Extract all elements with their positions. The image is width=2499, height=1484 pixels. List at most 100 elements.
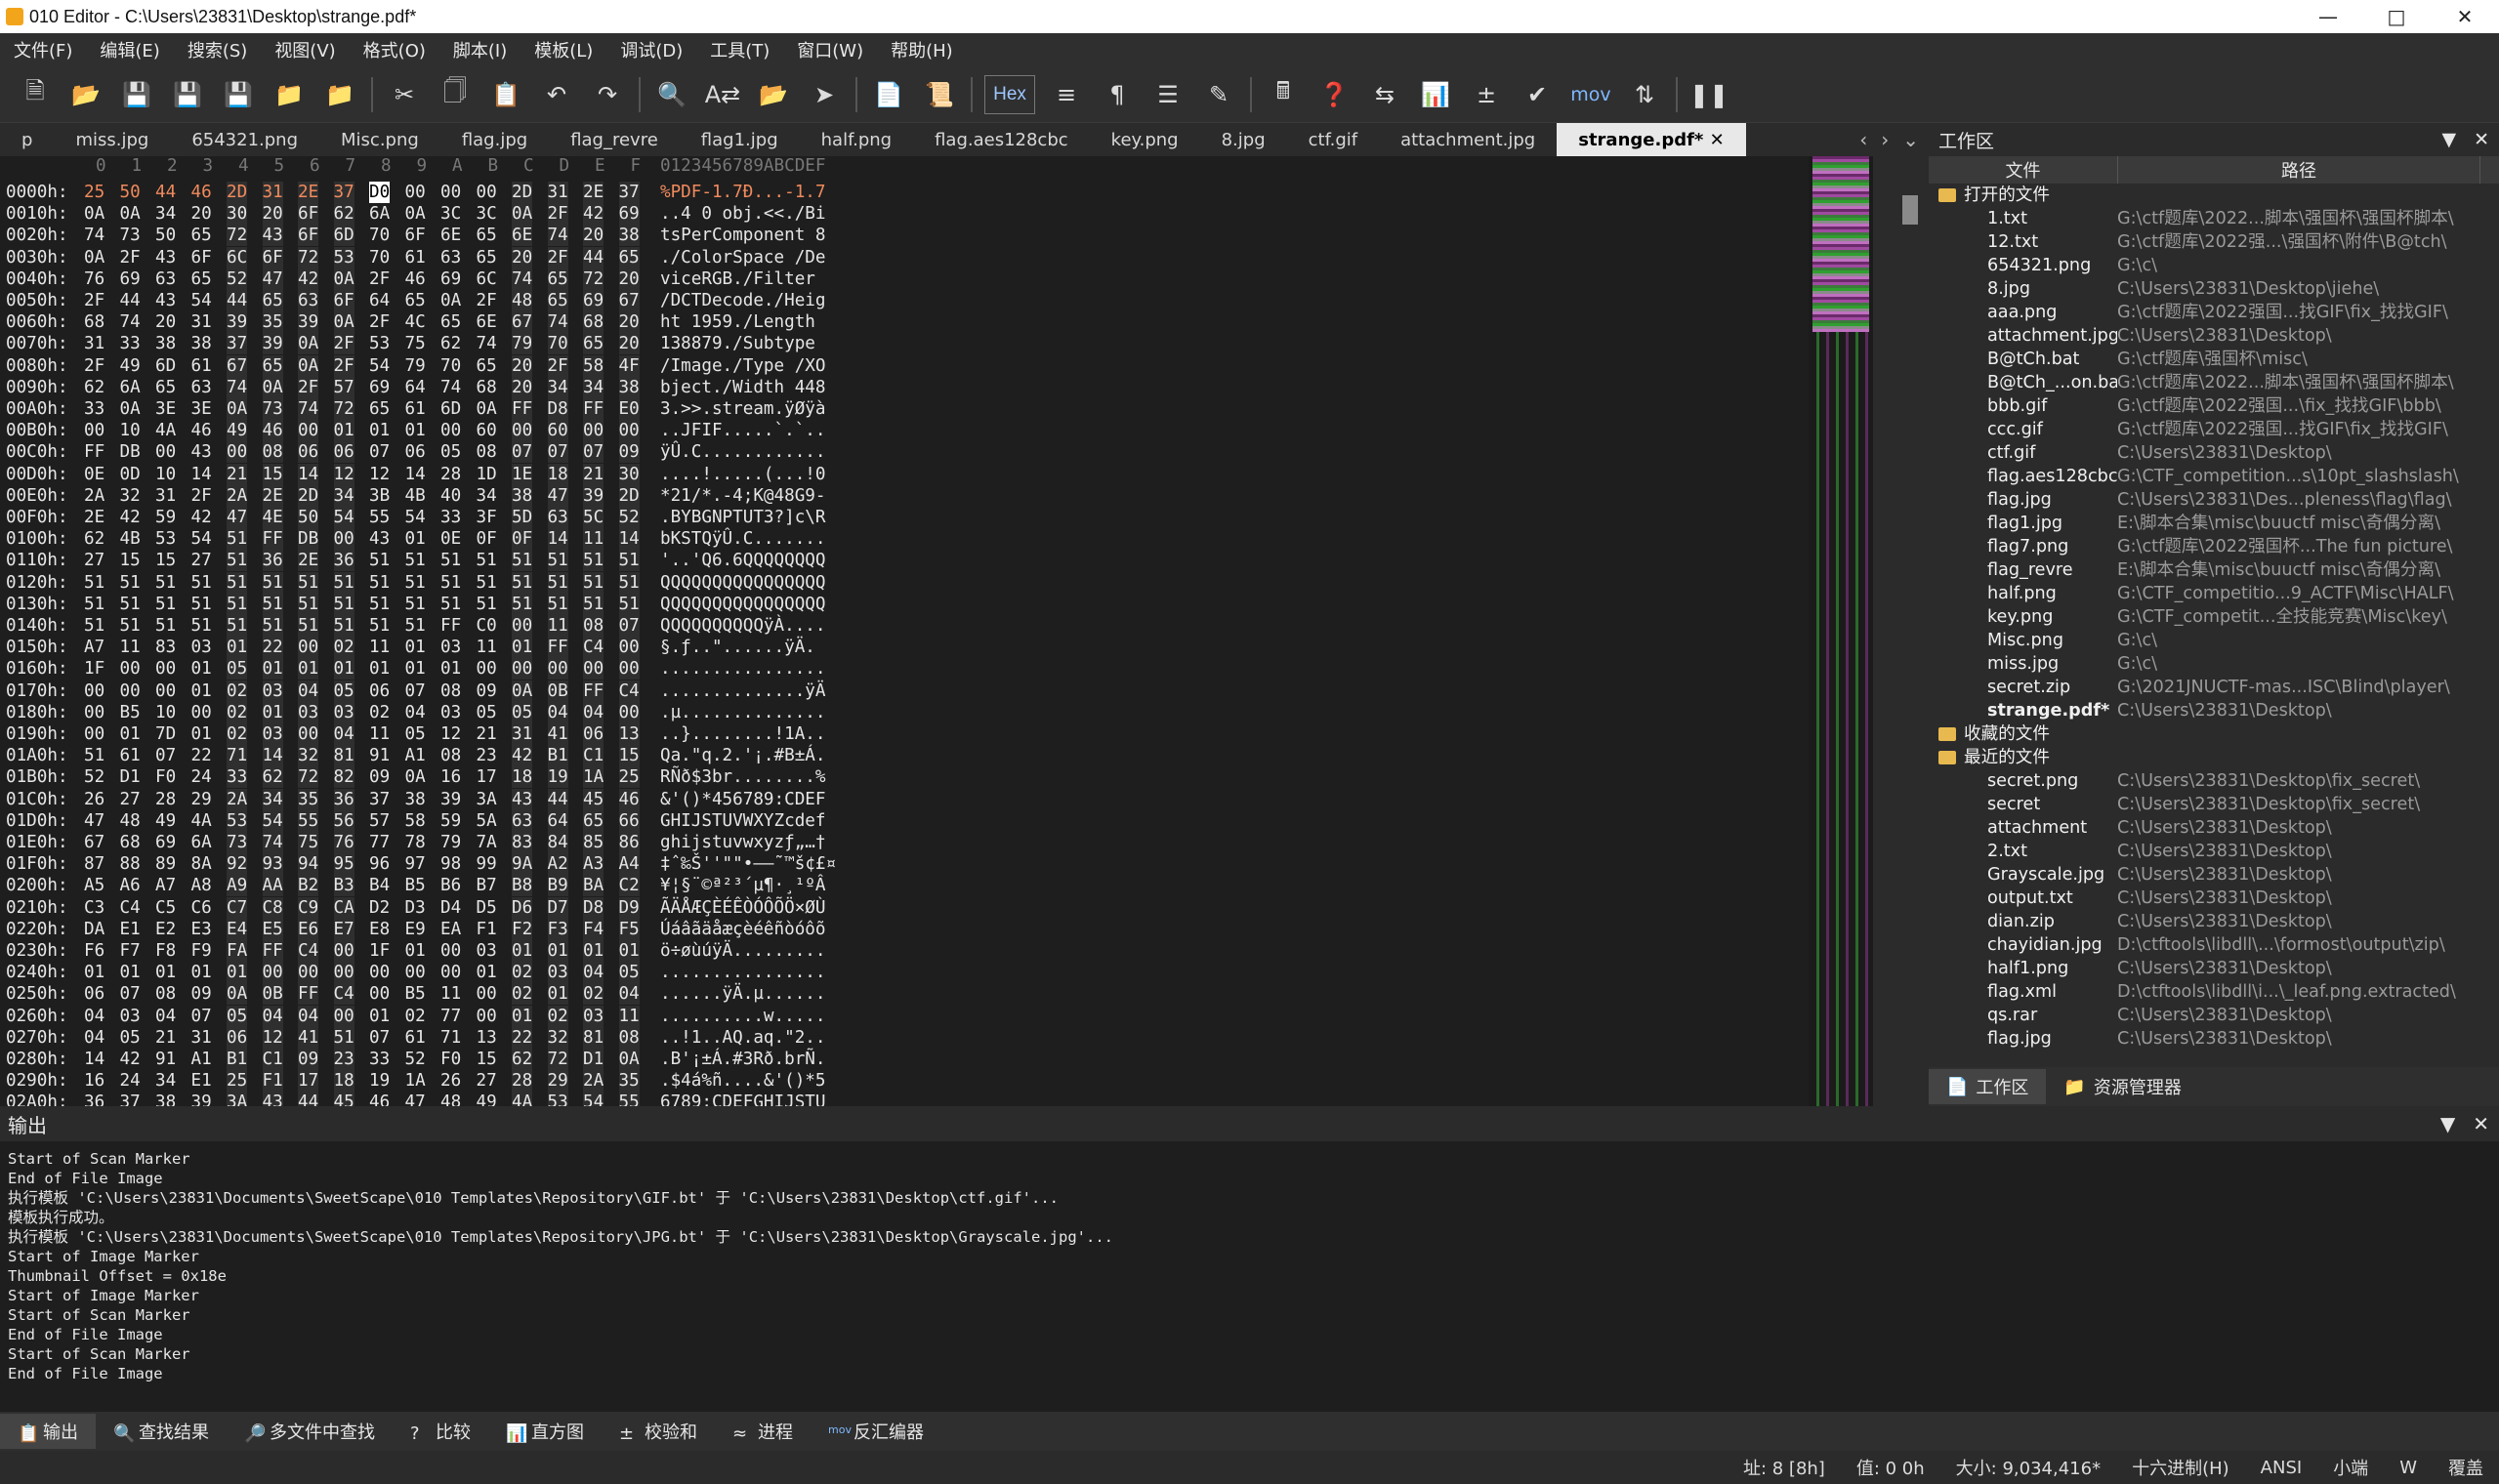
workspace-file-item[interactable]: 2.txt C:\Users\23831\Desktop\ bbox=[1929, 840, 2499, 863]
workspace-file-item[interactable]: flag7.png G:\ctf题库\2022强国杯...The fun pict… bbox=[1929, 535, 2499, 558]
hex-byte[interactable]: 69 bbox=[369, 377, 390, 398]
hex-byte[interactable]: 1F bbox=[84, 658, 104, 680]
workspace-file-item[interactable]: strange.pdf* C:\Users\23831\Desktop\ bbox=[1929, 699, 2499, 722]
workspace-file-item[interactable]: flag.xml D:\ctftools\libdll\i...\_leaf.pn… bbox=[1929, 980, 2499, 1004]
hex-byte[interactable]: 01 bbox=[120, 723, 141, 745]
hex-byte[interactable]: E4 bbox=[227, 918, 248, 940]
ascii-text[interactable]: 138879./Subtype bbox=[660, 333, 825, 354]
hex-byte[interactable]: F9 bbox=[191, 940, 212, 962]
hex-byte[interactable]: 84 bbox=[547, 832, 568, 853]
hex-byte[interactable]: 54 bbox=[333, 507, 354, 528]
hex-byte[interactable]: E1 bbox=[191, 1070, 212, 1092]
hex-byte[interactable]: 03 bbox=[583, 1005, 604, 1027]
hex-byte[interactable]: 3F bbox=[477, 507, 497, 528]
hex-byte[interactable]: 00 bbox=[369, 962, 390, 983]
hex-byte[interactable]: 00 bbox=[512, 615, 533, 637]
hex-byte[interactable]: 51 bbox=[120, 572, 141, 594]
hex-byte[interactable]: 5D bbox=[512, 507, 533, 528]
hex-byte[interactable]: 08 bbox=[618, 1026, 640, 1049]
hex-byte[interactable]: E7 bbox=[333, 918, 354, 940]
hex-byte[interactable]: 14 bbox=[262, 745, 283, 767]
file-minimap[interactable] bbox=[1809, 156, 1873, 1106]
ascii-text[interactable]: ..........w..... bbox=[660, 1006, 825, 1027]
hex-byte[interactable]: 56 bbox=[333, 809, 354, 832]
hex-byte[interactable]: F5 bbox=[618, 918, 640, 940]
hex-byte[interactable]: 2F bbox=[547, 246, 568, 268]
hex-byte[interactable]: 21 bbox=[583, 463, 604, 485]
hex-byte[interactable]: D0 bbox=[369, 182, 391, 203]
hex-byte[interactable]: 39 bbox=[298, 311, 319, 334]
hex-byte[interactable]: 33 bbox=[369, 1049, 390, 1070]
hex-byte[interactable]: 3B bbox=[369, 485, 390, 507]
ascii-text[interactable]: ................ bbox=[660, 962, 825, 983]
hex-byte[interactable]: 0F bbox=[477, 528, 497, 550]
hex-byte[interactable]: 02 bbox=[369, 702, 390, 723]
hex-byte[interactable]: A4 bbox=[618, 853, 640, 876]
hex-byte[interactable]: 27 bbox=[84, 550, 104, 571]
hex-byte[interactable]: 04 bbox=[618, 983, 640, 1006]
hex-byte[interactable]: 3E bbox=[155, 398, 176, 420]
hex-byte[interactable]: 92 bbox=[227, 853, 248, 876]
hex-byte[interactable]: D3 bbox=[405, 897, 426, 919]
ascii-text[interactable]: '..'Q6.6QQQQQQQQ bbox=[660, 550, 825, 571]
workspace-file-item[interactable]: aaa.png G:\ctf题库\2022强国...找GIF\fix_找找GIF\ bbox=[1929, 301, 2499, 324]
ascii-text[interactable]: ‡ˆ‰Š''""•–—˜™š¢£¤ bbox=[660, 853, 836, 875]
ascii-text[interactable]: bKSTQÿÛ.C....... bbox=[660, 528, 825, 550]
hex-byte[interactable]: 29 bbox=[547, 1070, 568, 1092]
hex-byte[interactable]: B3 bbox=[333, 875, 354, 897]
hex-byte[interactable]: 33 bbox=[440, 507, 461, 528]
hex-byte[interactable]: 4A bbox=[155, 420, 176, 441]
hex-byte[interactable]: 03 bbox=[333, 701, 354, 723]
ascii-text[interactable]: &'()*456789:CDEF bbox=[660, 789, 825, 810]
hex-byte[interactable]: 2F bbox=[333, 333, 354, 355]
hex-byte[interactable]: 46 bbox=[618, 788, 640, 810]
hex-byte[interactable]: 07 bbox=[583, 441, 604, 464]
workspace-file-item[interactable]: flag.aes128cbc G:\CTF_competition...s\10p… bbox=[1929, 465, 2499, 488]
hex-byte[interactable]: 9A bbox=[512, 853, 533, 876]
column-path[interactable]: 路径 bbox=[2118, 156, 2480, 184]
hex-byte[interactable]: 01 bbox=[405, 637, 426, 658]
hex-byte[interactable]: 65 bbox=[262, 354, 283, 377]
hex-byte[interactable]: 38 bbox=[155, 333, 176, 354]
panel-close-icon[interactable]: ✕ bbox=[2474, 129, 2489, 150]
hex-byte[interactable]: 97 bbox=[405, 853, 426, 875]
hex-byte[interactable]: 01 bbox=[369, 1006, 390, 1027]
hex-byte[interactable]: 62 bbox=[84, 377, 104, 398]
hex-byte[interactable]: 51 bbox=[618, 593, 640, 615]
hex-byte[interactable]: FA bbox=[227, 940, 248, 962]
hex-byte[interactable]: 22 bbox=[191, 745, 212, 766]
hex-byte[interactable]: 11 bbox=[369, 637, 390, 658]
hex-byte[interactable]: 51 bbox=[155, 572, 176, 594]
hex-byte[interactable]: 6A bbox=[191, 832, 212, 853]
workspace-file-item[interactable]: 12.txt G:\ctf题库\2022强...\强国杯\附件\B@tch\ bbox=[1929, 230, 2499, 254]
hex-byte[interactable]: FF bbox=[84, 441, 104, 463]
hex-byte[interactable]: 2D bbox=[618, 484, 640, 507]
ascii-text[interactable]: ÿÛ.C............ bbox=[660, 441, 825, 463]
hex-byte[interactable]: 05 bbox=[227, 1005, 248, 1027]
paste-icon[interactable]: 📋 bbox=[486, 75, 525, 114]
hex-byte[interactable]: 01 bbox=[262, 701, 283, 723]
hex-byte[interactable]: 39 bbox=[262, 333, 283, 355]
tab-list-icon[interactable]: ⌄ bbox=[1902, 128, 1919, 151]
hex-byte[interactable]: 6C bbox=[227, 246, 248, 268]
hex-byte[interactable]: 51 bbox=[369, 550, 390, 571]
hex-byte[interactable]: 7A bbox=[477, 832, 497, 853]
hex-byte[interactable]: 54 bbox=[369, 355, 390, 377]
hex-byte[interactable]: 07 bbox=[369, 1027, 390, 1049]
tab-file[interactable]: key.png bbox=[1090, 123, 1200, 156]
save-as-icon[interactable]: 💾 bbox=[168, 75, 207, 114]
hex-byte[interactable]: C2 bbox=[618, 875, 640, 897]
workspace-file-item[interactable]: 8.jpg C:\Users\23831\Desktop\jiehe\ bbox=[1929, 277, 2499, 301]
hex-byte[interactable]: C7 bbox=[227, 896, 248, 919]
hex-byte[interactable]: 65 bbox=[405, 290, 426, 311]
hex-byte[interactable]: 68 bbox=[583, 311, 604, 334]
hex-byte[interactable]: 51 bbox=[583, 550, 604, 572]
hex-byte[interactable]: FF bbox=[440, 615, 461, 637]
hex-byte[interactable]: 53 bbox=[369, 333, 390, 354]
ascii-text[interactable]: Úáâãäåæçèéêñòóôõ bbox=[660, 919, 825, 940]
hex-byte[interactable]: 07 bbox=[155, 745, 176, 766]
hex-byte[interactable]: 09 bbox=[191, 983, 212, 1005]
hex-byte[interactable]: 34 bbox=[477, 485, 497, 507]
hex-byte[interactable]: 69 bbox=[440, 268, 461, 290]
hex-byte[interactable]: A3 bbox=[583, 853, 604, 876]
